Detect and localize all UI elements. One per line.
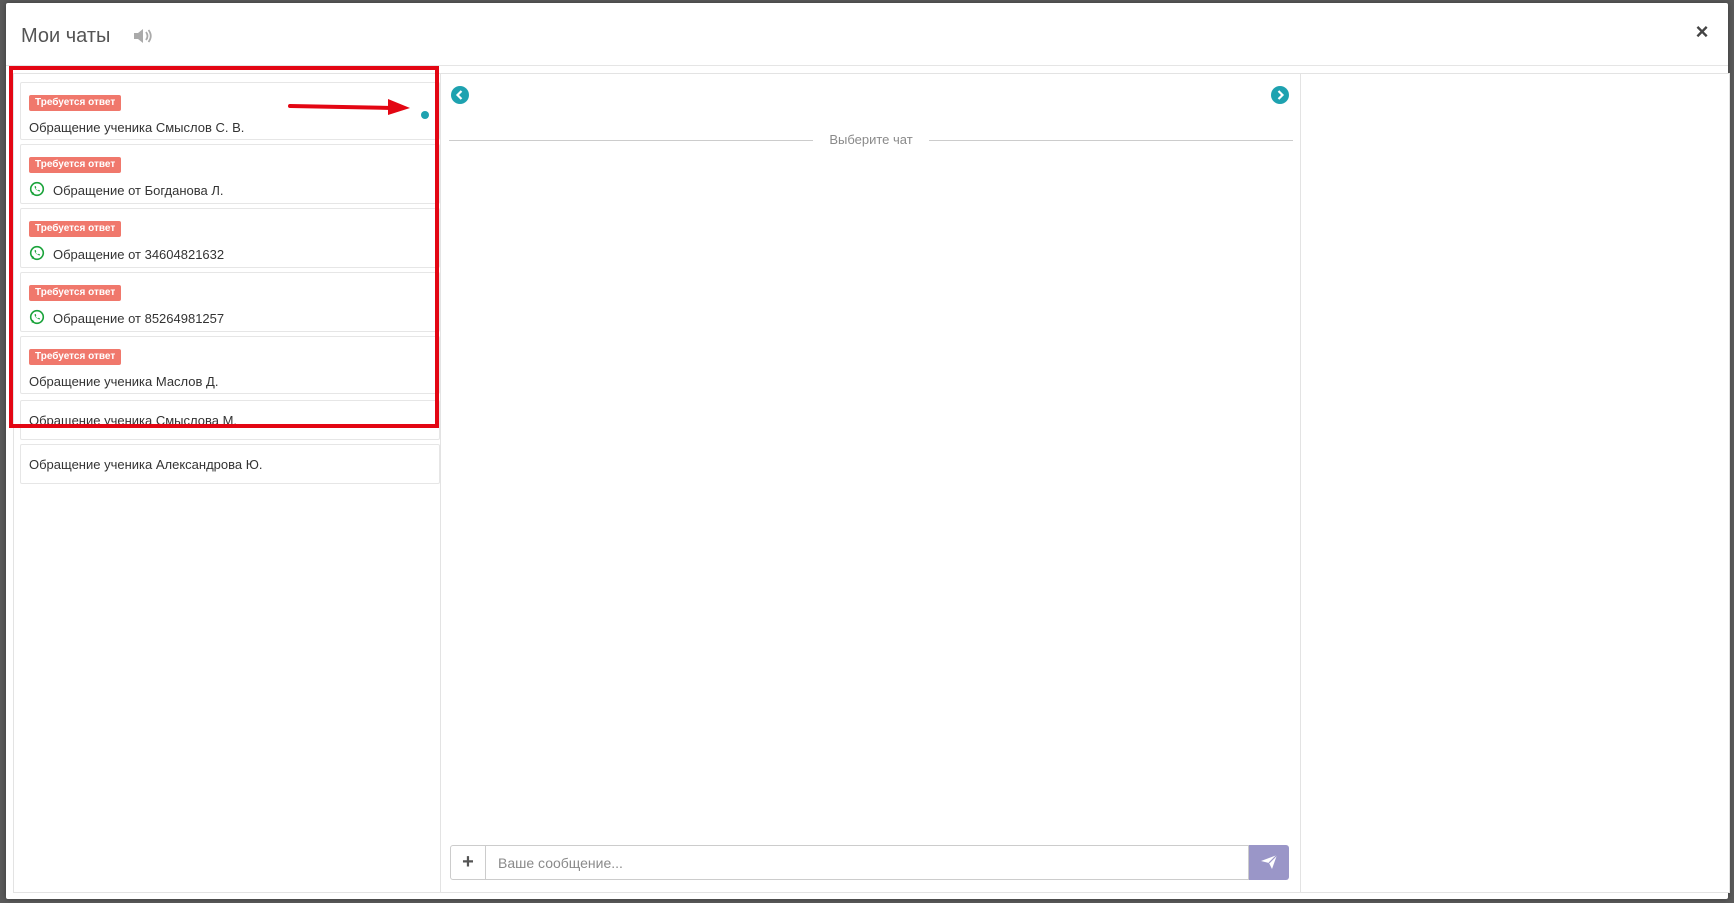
my-chats-modal: Мои чаты × Требуется ответ Обращение уче… <box>6 3 1730 899</box>
message-composer: + <box>450 845 1292 880</box>
status-badge: Требуется ответ <box>29 221 122 237</box>
message-input[interactable] <box>486 845 1249 880</box>
modal-header: Мои чаты × <box>6 3 1728 66</box>
status-badge: Требуется ответ <box>29 157 122 173</box>
chat-list-item[interactable]: Обращение ученика Смыслова М. <box>20 400 440 440</box>
volume-icon[interactable] <box>132 27 154 45</box>
status-badge: Требуется ответ <box>29 349 122 365</box>
send-button[interactable] <box>1249 845 1289 880</box>
chat-title: Обращение от 34604821632 <box>53 247 225 262</box>
whatsapp-icon <box>29 181 45 197</box>
modal-title: Мои чаты <box>21 25 111 47</box>
chat-title: Обращение от Богданова Л. <box>53 183 224 198</box>
unread-indicator <box>421 111 429 119</box>
whatsapp-icon <box>29 309 45 325</box>
paper-plane-icon <box>1261 854 1278 869</box>
chat-list-item[interactable]: Требуется ответ Обращение ученика Маслов… <box>20 336 440 394</box>
chevron-right-circle-icon[interactable] <box>1271 86 1289 104</box>
chat-title: Обращение от 85264981257 <box>53 311 225 326</box>
chat-list-item[interactable]: Обращение ученика Александрова Ю. <box>20 444 440 484</box>
chat-list-item[interactable]: Требуется ответ Обращение от Богданова Л… <box>20 144 440 204</box>
chat-title: Обращение ученика Александрова Ю. <box>29 457 263 472</box>
status-badge: Требуется ответ <box>29 285 122 301</box>
chat-info-panel <box>1300 73 1730 893</box>
attach-button[interactable]: + <box>450 845 486 880</box>
chat-list-item[interactable]: Требуется ответ Обращение ученика Смысло… <box>20 82 440 140</box>
close-icon[interactable]: × <box>1690 19 1714 45</box>
chat-panel: Выберите чат <box>440 73 1302 893</box>
divider <box>929 140 1293 141</box>
chevron-left-circle-icon[interactable] <box>451 86 469 104</box>
status-badge: Требуется ответ <box>29 95 122 111</box>
chat-title: Обращение ученика Смыслов С. В. <box>29 120 245 135</box>
chat-list-item[interactable]: Требуется ответ Обращение от 85264981257 <box>20 272 440 332</box>
chat-list-item[interactable]: Требуется ответ Обращение от 34604821632 <box>20 208 440 268</box>
chat-list-panel: Требуется ответ Обращение ученика Смысло… <box>13 73 442 893</box>
divider <box>449 140 813 141</box>
select-chat-placeholder: Выберите чат <box>829 132 913 147</box>
chat-title: Обращение ученика Маслов Д. <box>29 374 219 389</box>
chat-title: Обращение ученика Смыслова М. <box>29 413 238 428</box>
whatsapp-icon <box>29 245 45 261</box>
